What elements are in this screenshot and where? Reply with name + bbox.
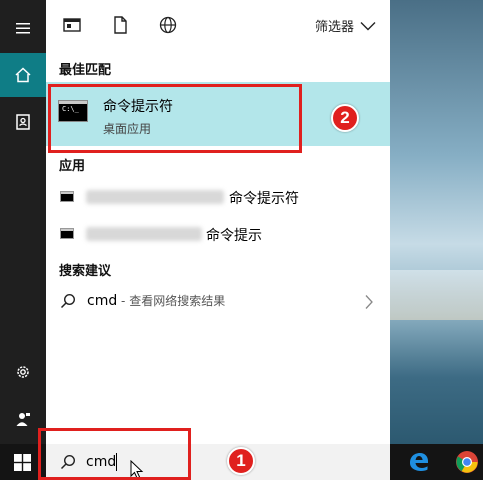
windows-start-icon[interactable] <box>14 454 31 471</box>
filter-dropdown[interactable]: 筛选器 <box>315 16 376 35</box>
section-apps: 应用 <box>59 159 86 174</box>
desktop-wallpaper <box>390 0 483 444</box>
search-icon <box>60 293 76 309</box>
home-icon <box>15 67 31 83</box>
filter-label: 筛选器 <box>314 20 354 35</box>
documents-filter-icon[interactable] <box>110 15 130 35</box>
chevron-down-icon <box>360 21 376 30</box>
app-result-label: 命令提示符 <box>229 191 299 207</box>
blurred-text <box>86 227 202 241</box>
highlight-box-search <box>38 428 191 480</box>
command-prompt-icon <box>60 228 74 239</box>
chrome-browser-icon[interactable] <box>455 450 479 474</box>
section-suggestions: 搜索建议 <box>59 264 112 279</box>
results-toolbar: 筛选器 <box>46 0 390 50</box>
gear-icon <box>17 366 29 378</box>
suggestion-subtitle: - 查看网络搜索结果 <box>117 294 226 308</box>
web-filter-icon[interactable] <box>158 15 178 35</box>
hamburger-menu-button[interactable] <box>0 6 46 50</box>
user-icon <box>16 413 30 426</box>
suggestion-text: cmd - 查看网络搜索结果 <box>87 292 225 309</box>
web-suggestion-item[interactable]: cmd - 查看网络搜索结果 <box>46 285 390 319</box>
app-result-2[interactable]: 命令提示 <box>46 216 390 252</box>
app-result-1[interactable]: 命令提示符 <box>46 179 390 215</box>
suggestion-query: cmd <box>87 293 118 309</box>
notebook-button[interactable] <box>0 100 46 144</box>
edge-browser-icon[interactable] <box>407 450 431 474</box>
blurred-text <box>86 190 224 204</box>
step-badge-2: 2 <box>331 104 359 132</box>
home-button[interactable] <box>0 53 46 97</box>
step-badge-1: 1 <box>227 447 255 475</box>
section-best-match: 最佳匹配 <box>59 63 112 78</box>
start-rail <box>0 0 46 444</box>
settings-button[interactable] <box>0 350 46 394</box>
command-prompt-icon <box>60 191 74 202</box>
apps-filter-icon[interactable] <box>62 15 82 35</box>
search-results-panel: 筛选器 最佳匹配 C:\_ 命令提示符 桌面应用 应用 命令提示符 命令提示 搜… <box>46 0 390 444</box>
highlight-box-best-match <box>48 84 302 153</box>
chevron-right-icon <box>365 295 373 309</box>
notebook-icon <box>16 114 30 130</box>
app-result-label: 命令提示 <box>206 228 262 244</box>
hamburger-icon <box>16 23 30 34</box>
